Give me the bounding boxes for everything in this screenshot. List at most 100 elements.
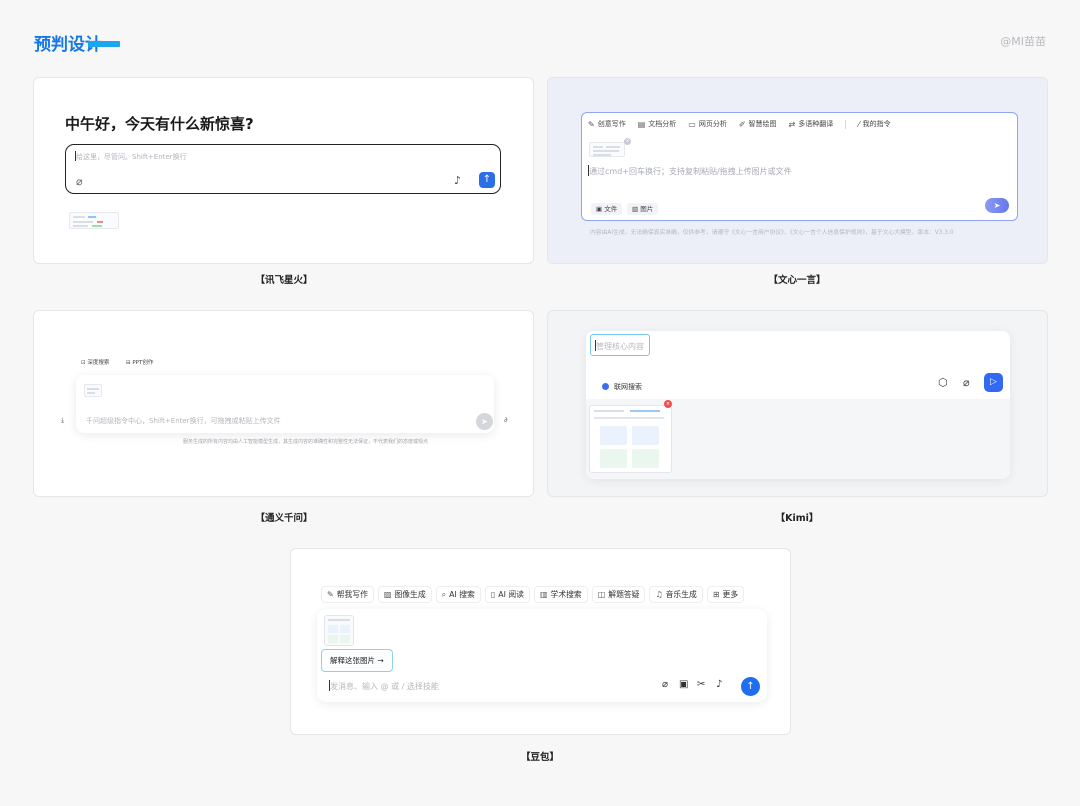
- microphone-icon[interactable]: ♪: [454, 174, 461, 187]
- upload-icon[interactable]: ⤓: [61, 416, 64, 425]
- wenxin-card: ✎ 创意写作 ▤ 文档分析 ▭ 网页分析 ✐ 智慧绘图 ⇄ 多语种翻译 ⁄ 我的指令 × 通…: [547, 77, 1048, 264]
- attach-icon[interactable]: ⌀: [963, 376, 970, 389]
- attachment-area: ×: [586, 399, 1010, 479]
- music-icon: ♫: [655, 590, 663, 599]
- xunfei-card: 中午好，今天有什么新惊喜? 给这里，尽管问。Shift+Enter换行 ⌀ ♪ …: [33, 77, 534, 264]
- uploaded-image-thumbnail[interactable]: [69, 212, 119, 229]
- skill-image-generation[interactable]: ▨ 图像生成: [377, 586, 432, 603]
- tool-label: 创意写作: [597, 120, 626, 128]
- kimi-card: 管理核心内容 联网搜索 ⬡ ⌀ ▷ ×: [547, 310, 1048, 497]
- pen-icon: ✎: [588, 119, 595, 129]
- caption-wenxin: 【文心一言】: [768, 275, 826, 286]
- tool-label: 智慧绘图: [748, 120, 777, 128]
- document-icon: ▤: [637, 119, 646, 129]
- skill-academic-search[interactable]: ▥ 学术搜索: [533, 586, 588, 603]
- skill-label: AI 阅读: [498, 590, 524, 599]
- tab-label: PPT创作: [132, 360, 154, 366]
- tool-web-analysis[interactable]: ▭ 网页分析: [688, 119, 727, 129]
- command-icon: ⁄: [858, 119, 860, 129]
- skill-problem-solving[interactable]: ◫ 解题答疑: [591, 586, 646, 603]
- caption-xunfei: 【讯飞星火】: [255, 275, 313, 286]
- attach-icon[interactable]: ⌀: [662, 679, 668, 690]
- image-upload-button[interactable]: ▧ 图片: [627, 203, 659, 215]
- web-search-toggle-dot[interactable]: [602, 383, 609, 390]
- skill-label: AI 搜索: [449, 590, 475, 599]
- tool-label: 我的指令: [862, 120, 891, 128]
- send-button[interactable]: ▷: [984, 373, 1003, 392]
- tool-my-commands[interactable]: ⁄ 我的指令: [858, 119, 890, 129]
- uploaded-file-thumbnail[interactable]: [84, 384, 102, 397]
- wenxin-toolbar: ✎ 创意写作 ▤ 文档分析 ▭ 网页分析 ✐ 智慧绘图 ⇄ 多语种翻译 ⁄ 我的指令: [588, 119, 903, 129]
- translate-icon: ⇄: [788, 119, 796, 129]
- wenxin-input-box[interactable]: ✎ 创意写作 ▤ 文档分析 ▭ 网页分析 ✐ 智慧绘图 ⇄ 多语种翻译 ⁄ 我的指令 × 通…: [581, 112, 1018, 221]
- send-button[interactable]: ↑: [741, 677, 760, 696]
- explain-image-suggestion[interactable]: 解释这张图片 →: [321, 649, 393, 672]
- tongyi-input-placeholder: 千问超级指令中心，Shift+Enter换行，可拖拽或粘贴上传文件: [86, 417, 281, 425]
- skill-label: 更多: [722, 590, 739, 599]
- skill-music-generation[interactable]: ♫ 音乐生成: [649, 586, 703, 603]
- scissors-icon[interactable]: ✂: [697, 679, 705, 690]
- tongyi-card: ⊡ 深度搜索 ⊟ PPT创作 千问超级指令中心，Shift+Enter换行，可拖…: [33, 310, 534, 497]
- tab-deep-search[interactable]: ⊡ 深度搜索: [81, 358, 109, 366]
- search-icon: ⌕: [441, 589, 447, 599]
- tongyi-input-box[interactable]: 千问超级指令中心，Shift+Enter换行，可拖拽或粘贴上传文件 ➤: [76, 375, 494, 433]
- send-button[interactable]: ➤: [476, 413, 493, 430]
- pen-icon: ✎: [327, 590, 334, 599]
- remove-image-icon[interactable]: ×: [624, 138, 631, 145]
- skill-label: 解题答疑: [608, 590, 640, 599]
- tool-label: 多语种翻译: [798, 120, 834, 128]
- send-button[interactable]: ➤: [985, 198, 1009, 213]
- tool-translation[interactable]: ⇄ 多语种翻译: [789, 119, 834, 129]
- wenxin-input-placeholder: 通过cmd+回车换行；支持复制粘贴/拖拽上传图片或文件: [589, 167, 792, 176]
- link-icon[interactable]: ∂: [504, 416, 508, 424]
- kimi-input-field[interactable]: 管理核心内容: [590, 334, 650, 356]
- grid-icon: ⊞: [712, 590, 720, 599]
- toolbar-divider: [845, 120, 847, 129]
- reading-icon: ▯: [490, 590, 496, 599]
- remove-image-icon[interactable]: ×: [664, 400, 672, 408]
- image-chip-label: 图片: [640, 205, 654, 213]
- skill-ai-reading[interactable]: ▯ AI 阅读: [484, 586, 530, 603]
- webpage-icon: ▭: [688, 119, 696, 129]
- title-underline: [88, 41, 120, 47]
- skill-label: 学术搜索: [550, 590, 582, 599]
- skill-help-writing[interactable]: ✎ 帮我写作: [321, 586, 374, 603]
- academic-icon: ▥: [539, 590, 548, 599]
- tool-label: 文档分析: [648, 120, 677, 128]
- skill-more[interactable]: ⊞ 更多: [706, 586, 745, 603]
- brush-icon: ✐: [738, 119, 746, 129]
- tool-document-analysis[interactable]: ▤ 文档分析: [638, 119, 677, 129]
- caption-kimi: 【Kimi】: [775, 513, 819, 524]
- tool-smart-drawing[interactable]: ✐ 智慧绘图: [739, 119, 777, 129]
- uploaded-image-thumbnail[interactable]: [589, 405, 672, 473]
- uploaded-image-thumbnail[interactable]: [589, 142, 625, 157]
- skill-label: 音乐生成: [665, 590, 697, 599]
- disclaimer-text: 内容由AI生成，无法确保真实准确，仅供参考，请遵守《文心一言用户协议》、《文心一…: [590, 230, 954, 236]
- disclaimer-text: 服务生成的所有内容均由人工智能模型生成，其生成内容的准确性和完整性无法保证，不代…: [183, 439, 429, 445]
- file-chip-label: 文件: [604, 205, 618, 213]
- tool-creative-writing[interactable]: ✎ 创意写作: [588, 119, 626, 129]
- doubao-input-placeholder: 发消息、输入 @ 或 / 选择技能: [330, 682, 439, 691]
- watermark: @MI苗苗: [1000, 35, 1046, 48]
- doubao-input-box[interactable]: 解释这张图片 → 发消息、输入 @ 或 / 选择技能 ⌀ ▣ ✂ ♪ ↑: [317, 609, 767, 702]
- chat-input-box[interactable]: 给这里，尽管问。Shift+Enter换行 ⌀ ♪ ↑: [65, 144, 501, 194]
- cube-icon[interactable]: ⬡: [938, 376, 948, 389]
- tab-ppt-creation[interactable]: ⊟ PPT创作: [126, 358, 153, 366]
- doubao-skill-toolbar: ✎ 帮我写作 ▨ 图像生成 ⌕ AI 搜索 ▯ AI 阅读 ▥ 学术搜索 ◫ 解题答疑 ♫ 音…: [321, 586, 748, 603]
- tab-label: 深度搜索: [87, 360, 110, 366]
- send-button[interactable]: ↑: [479, 172, 495, 188]
- chat-input-placeholder: 给这里，尽管问。Shift+Enter换行: [76, 153, 187, 161]
- skill-label: 帮我写作: [336, 590, 368, 599]
- kimi-input-placeholder: 管理核心内容: [596, 342, 644, 351]
- greeting-heading: 中午好，今天有什么新惊喜?: [65, 115, 254, 133]
- image-icon[interactable]: ▣: [679, 679, 688, 690]
- skill-ai-search[interactable]: ⌕ AI 搜索: [435, 586, 481, 603]
- microphone-icon[interactable]: ♪: [716, 679, 722, 690]
- file-upload-button[interactable]: ▣ 文件: [591, 203, 623, 215]
- web-search-label[interactable]: 联网搜索: [614, 382, 642, 392]
- kimi-chat-panel: 管理核心内容 联网搜索 ⬡ ⌀ ▷ ×: [586, 331, 1010, 479]
- attach-icon[interactable]: ⌀: [76, 175, 83, 188]
- skill-label: 图像生成: [394, 590, 426, 599]
- question-icon: ◫: [597, 590, 606, 599]
- uploaded-image-thumbnail[interactable]: [324, 615, 354, 646]
